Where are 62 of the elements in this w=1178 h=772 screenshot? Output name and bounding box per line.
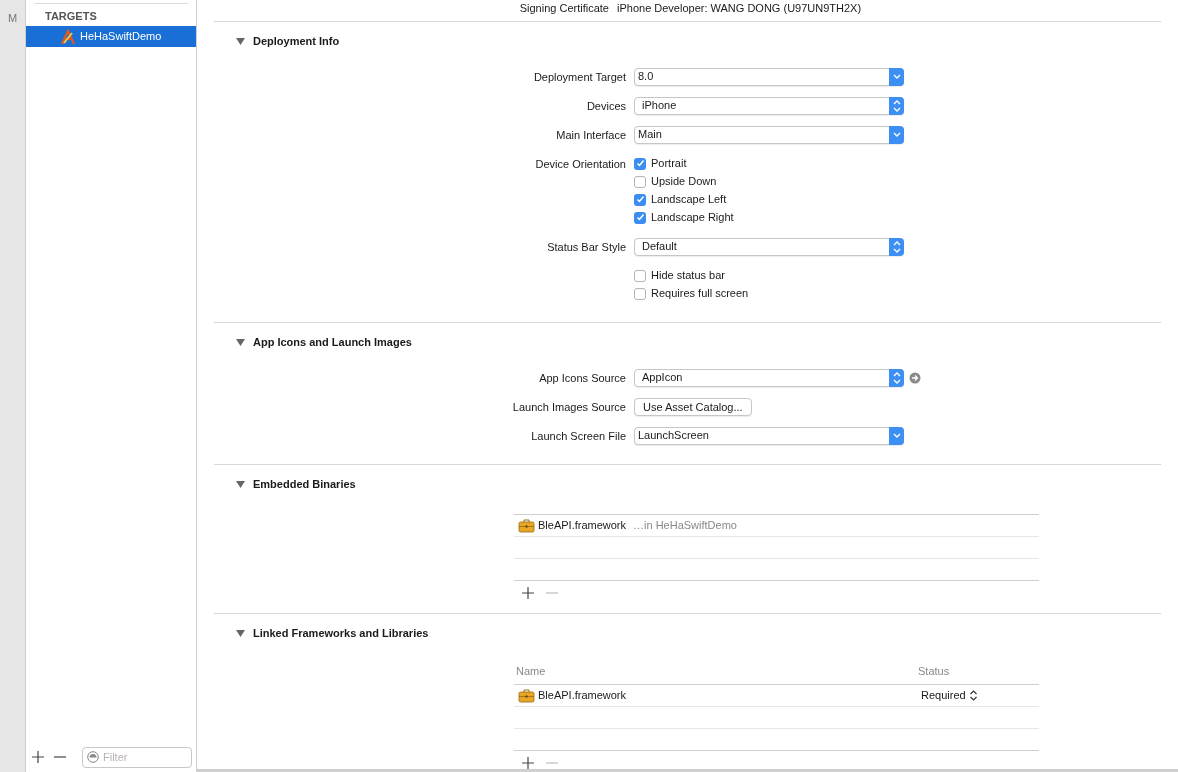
chevron-down-icon	[891, 431, 902, 440]
popup-button[interactable]: iPhone	[634, 96, 904, 115]
add-icon[interactable]	[522, 586, 534, 599]
checkbox[interactable]	[634, 193, 646, 206]
add-icon[interactable]	[32, 751, 44, 763]
checkbox-label: Hide status bar	[651, 268, 725, 284]
checkbox[interactable]	[634, 211, 646, 224]
target-item[interactable]: HeHaSwiftDemo	[26, 26, 196, 47]
field-label: Status Bar Style	[547, 240, 626, 253]
checkbox[interactable]	[634, 175, 646, 188]
framework-location: …in HeHaSwiftDemo	[633, 517, 737, 533]
asset-catalog-button[interactable]: Use Asset Catalog...	[634, 397, 752, 416]
up-down-arrows-icon	[891, 371, 902, 384]
framework-name: BleAPI.framework	[538, 687, 627, 703]
checkbox[interactable]	[634, 157, 646, 170]
popup-button[interactable]: AppIcon	[634, 368, 904, 387]
field-label: Signing Certificate	[518, 1, 610, 16]
section-title: Linked Frameworks and Libraries	[253, 626, 429, 642]
section-title: Embedded Binaries	[253, 477, 356, 493]
chevron-down-icon	[891, 72, 902, 81]
add-icon[interactable]	[522, 756, 534, 769]
checkbox[interactable]	[634, 269, 646, 282]
field-label: Launch Screen File	[531, 429, 626, 442]
up-down-arrows-icon	[891, 99, 902, 112]
briefcase-icon	[518, 687, 535, 703]
arrow-circle-icon[interactable]	[909, 371, 921, 384]
section-header: TARGETS	[45, 10, 97, 22]
status-popup[interactable]: Required	[921, 686, 1039, 704]
disclosure-triangle-down-icon[interactable]	[236, 37, 245, 46]
combo-box[interactable]: 8.0	[634, 67, 904, 86]
field-label: Main Interface	[556, 128, 626, 141]
checkbox-label: Upside Down	[651, 174, 717, 190]
column-header: Status	[918, 664, 951, 680]
field-label: Device Orientation	[535, 157, 626, 170]
disclosure-triangle-down-icon[interactable]	[236, 338, 245, 347]
framework-name: BleAPI.framework	[538, 517, 627, 533]
combo-box[interactable]: Main	[634, 125, 904, 144]
up-down-arrows-icon	[968, 689, 978, 701]
navigator-tab-letter[interactable]: M	[7, 10, 18, 27]
disclosure-triangle-down-icon[interactable]	[236, 629, 245, 638]
filter-icon	[87, 750, 99, 763]
filter-field[interactable]: Filter	[82, 746, 192, 768]
field-label: Launch Images Source	[512, 400, 626, 413]
tools-icon	[60, 28, 76, 45]
section-title: App Icons and Launch Images	[253, 335, 412, 351]
checkbox-label: Landscape Left	[651, 192, 727, 208]
checkbox-label: Requires full screen	[651, 286, 749, 302]
popup-button[interactable]: Default	[634, 237, 904, 256]
field-label: Devices	[586, 99, 626, 112]
up-down-arrows-icon	[891, 240, 902, 253]
disclosure-triangle-down-icon[interactable]	[236, 480, 245, 489]
column-header: Name	[515, 664, 547, 680]
field-label: Deployment Target	[533, 70, 626, 83]
checkbox[interactable]	[634, 287, 646, 300]
field-value: iPhone Developer: WANG DONG (U97UN9TH2X)	[617, 1, 862, 16]
chevron-down-icon	[891, 130, 902, 139]
field-label: App Icons Source	[539, 371, 626, 384]
checkbox-label: Portrait	[651, 156, 687, 172]
combo-box[interactable]: LaunchScreen	[634, 426, 904, 445]
checkbox-label: Landscape Right	[651, 210, 734, 226]
section-title: Deployment Info	[253, 34, 340, 50]
briefcase-icon	[518, 517, 535, 533]
